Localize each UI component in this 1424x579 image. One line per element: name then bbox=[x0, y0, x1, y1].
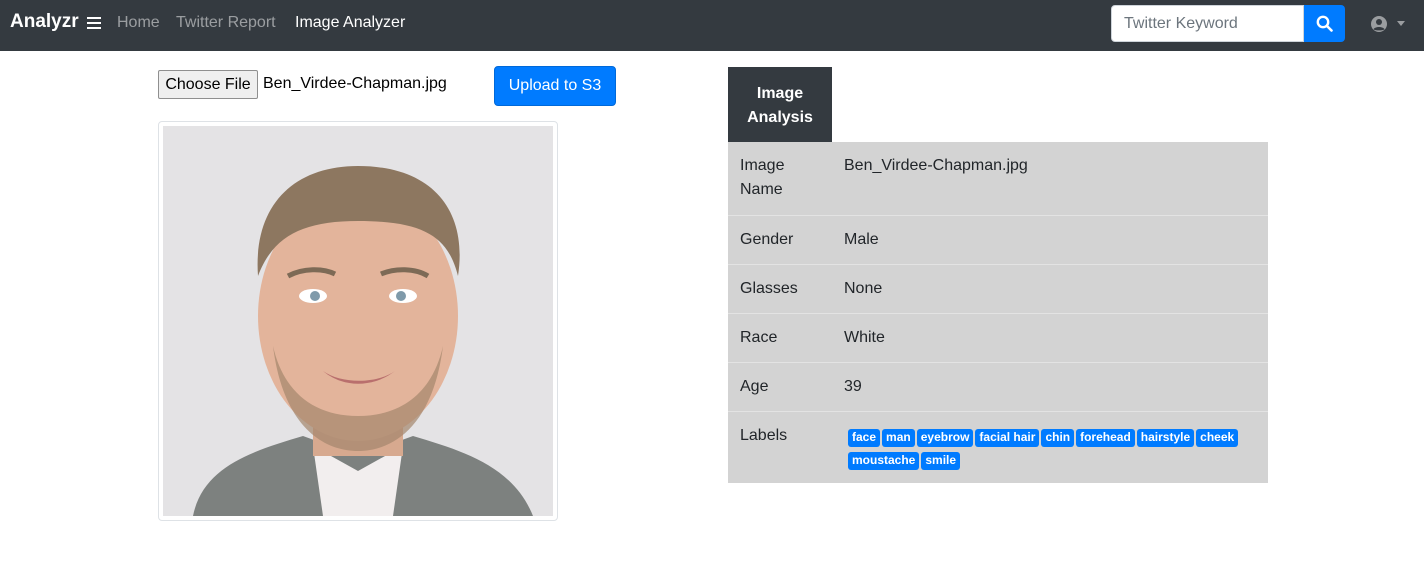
labels-badge-list: face man eyebrow facial hair chin forehead hai… bbox=[848, 428, 1248, 474]
tab-image-analysis[interactable]: Image Analysis bbox=[728, 67, 832, 142]
nav-home[interactable]: Home bbox=[117, 14, 160, 32]
nav-image-analyzer[interactable]: Image Analyzer bbox=[295, 14, 405, 32]
label-badge: moustache bbox=[848, 452, 920, 470]
table-row: Gender Male bbox=[728, 215, 1268, 264]
search-button[interactable] bbox=[1304, 5, 1345, 42]
label-badge: man bbox=[882, 429, 915, 447]
label-badge: hairstyle bbox=[1136, 429, 1195, 447]
row-label: Gender bbox=[740, 231, 794, 248]
row-value: 39 bbox=[844, 378, 862, 395]
label-badge: facial hair bbox=[975, 429, 1040, 447]
label-badge: cheek bbox=[1196, 429, 1239, 447]
user-circle-icon bbox=[1371, 16, 1387, 32]
navbar: Analyzr Home Twitter Report Image Analyz… bbox=[0, 0, 1424, 51]
table-row: Glasses None bbox=[728, 264, 1268, 313]
row-value: Male bbox=[844, 231, 879, 248]
selected-file-name: Ben_Virdee-Chapman.jpg bbox=[263, 75, 447, 92]
label-badge: face bbox=[848, 429, 881, 447]
label-badge: forehead bbox=[1076, 429, 1135, 447]
search-icon bbox=[1316, 15, 1333, 32]
table-row: Image Name Ben_Virdee-Chapman.jpg bbox=[728, 142, 1268, 215]
row-label: Labels bbox=[740, 427, 788, 444]
menu-icon[interactable] bbox=[87, 17, 101, 29]
uploaded-image-frame bbox=[158, 121, 558, 521]
row-label: Image Name bbox=[740, 157, 785, 198]
row-value: Ben_Virdee-Chapman.jpg bbox=[844, 157, 1028, 174]
row-label: Race bbox=[740, 329, 778, 346]
table-row: Labels face man eyebrow facial hair chin fore… bbox=[728, 411, 1268, 483]
brand-logo[interactable]: Analyzr bbox=[10, 11, 79, 33]
table-row: Race White bbox=[728, 313, 1268, 362]
label-badge: chin bbox=[1041, 429, 1075, 447]
row-label: Age bbox=[740, 378, 769, 395]
nav-twitter-report[interactable]: Twitter Report bbox=[176, 14, 276, 32]
label-badge: eyebrow bbox=[916, 429, 974, 447]
row-label: Glasses bbox=[740, 280, 798, 297]
choose-file-button[interactable]: Choose File bbox=[158, 70, 258, 99]
table-row: Age 39 bbox=[728, 362, 1268, 411]
row-value: None bbox=[844, 280, 883, 297]
search-input[interactable] bbox=[1111, 5, 1304, 42]
label-badge: smile bbox=[921, 452, 961, 470]
analysis-table: Image Name Ben_Virdee-Chapman.jpg Gender… bbox=[728, 142, 1268, 483]
row-value: White bbox=[844, 329, 885, 346]
user-menu[interactable] bbox=[1370, 15, 1410, 33]
uploaded-photo bbox=[163, 126, 553, 516]
chevron-down-icon bbox=[1397, 21, 1405, 26]
upload-to-s3-button[interactable]: Upload to S3 bbox=[494, 66, 616, 106]
